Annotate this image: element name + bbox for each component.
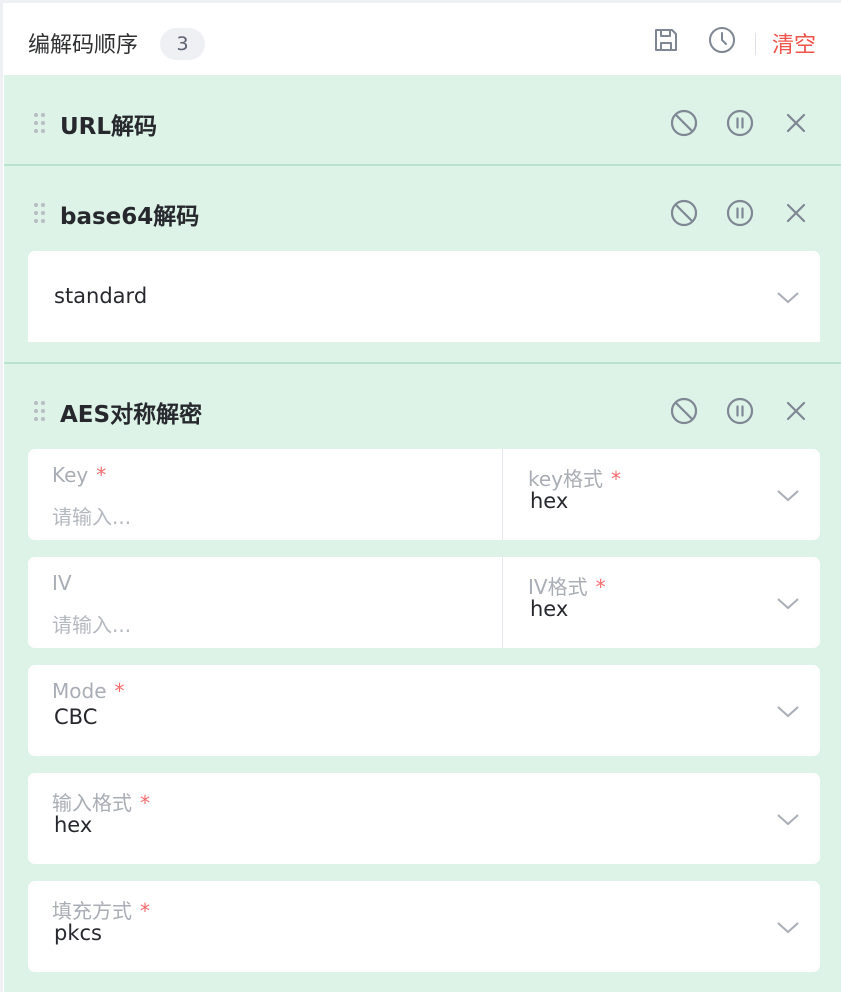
iv-format-select[interactable]: IV格式 * hex	[503, 557, 820, 648]
iv-field-row: IV IV格式* hex	[28, 557, 820, 648]
mode-label: Mode *	[52, 679, 125, 703]
mode-select[interactable]: Mode * CBC	[28, 665, 820, 756]
variant-value: standard	[54, 284, 148, 308]
clock-icon[interactable]	[708, 26, 736, 54]
left-border	[0, 0, 3, 992]
input-format-value: hex	[54, 813, 93, 837]
pause-icon[interactable]	[725, 198, 755, 228]
padding-value: pkcs	[54, 921, 102, 945]
iv-format-label: IV格式 *	[528, 575, 606, 599]
variant-select[interactable]: standard	[28, 251, 820, 342]
close-icon[interactable]	[781, 396, 811, 426]
iv-input[interactable]	[52, 610, 482, 640]
step-divider	[4, 164, 841, 166]
key-input[interactable]	[52, 502, 482, 532]
mode-value: CBC	[54, 705, 98, 729]
chevron-down-icon	[777, 598, 799, 610]
chevron-down-icon	[777, 814, 799, 826]
key-format-label: key格式 *	[528, 467, 622, 491]
chevron-down-icon	[777, 292, 799, 304]
iv-format-value: hex	[530, 597, 569, 621]
iv-label: IV	[52, 571, 72, 595]
padding-select[interactable]: 填充方式 * pkcs	[28, 881, 820, 972]
chevron-down-icon	[777, 706, 799, 718]
pause-icon[interactable]	[725, 108, 755, 138]
key-format-select[interactable]: key格式 * hex	[503, 449, 820, 540]
page-title: 编解码顺序	[28, 33, 139, 58]
padding-label: 填充方式 *	[52, 899, 150, 923]
disable-icon[interactable]	[669, 396, 699, 426]
step-card-base64-decode: base64解码	[4, 188, 841, 236]
top-border	[0, 0, 841, 3]
step-card-aes-decrypt: AES对称解密	[4, 386, 841, 434]
close-icon[interactable]	[781, 198, 811, 228]
pause-icon[interactable]	[725, 396, 755, 426]
key-field-row: Key* key格式* hex	[28, 449, 820, 540]
chevron-down-icon	[777, 922, 799, 934]
drag-handle-icon[interactable]	[34, 203, 46, 223]
disable-icon[interactable]	[669, 108, 699, 138]
save-icon[interactable]	[652, 26, 680, 54]
step-card-url-decode: URL解码	[4, 98, 841, 146]
step-count-badge: 3	[160, 28, 205, 60]
step-divider	[4, 362, 841, 364]
header-bar: 编解码顺序 3 清空	[4, 4, 841, 75]
close-icon[interactable]	[781, 108, 811, 138]
header-separator	[755, 33, 756, 55]
step-title: URL解码	[60, 114, 158, 140]
key-label: Key *	[52, 463, 107, 487]
input-format-label: 输入格式 *	[52, 791, 150, 815]
drag-handle-icon[interactable]	[34, 113, 46, 133]
chevron-down-icon	[777, 490, 799, 502]
key-format-value: hex	[530, 489, 569, 513]
clear-button[interactable]: 清空	[772, 27, 816, 59]
step-title: AES对称解密	[60, 402, 203, 428]
step-title: base64解码	[60, 204, 200, 230]
drag-handle-icon[interactable]	[34, 401, 46, 421]
disable-icon[interactable]	[669, 198, 699, 228]
input-format-select[interactable]: 输入格式 * hex	[28, 773, 820, 864]
